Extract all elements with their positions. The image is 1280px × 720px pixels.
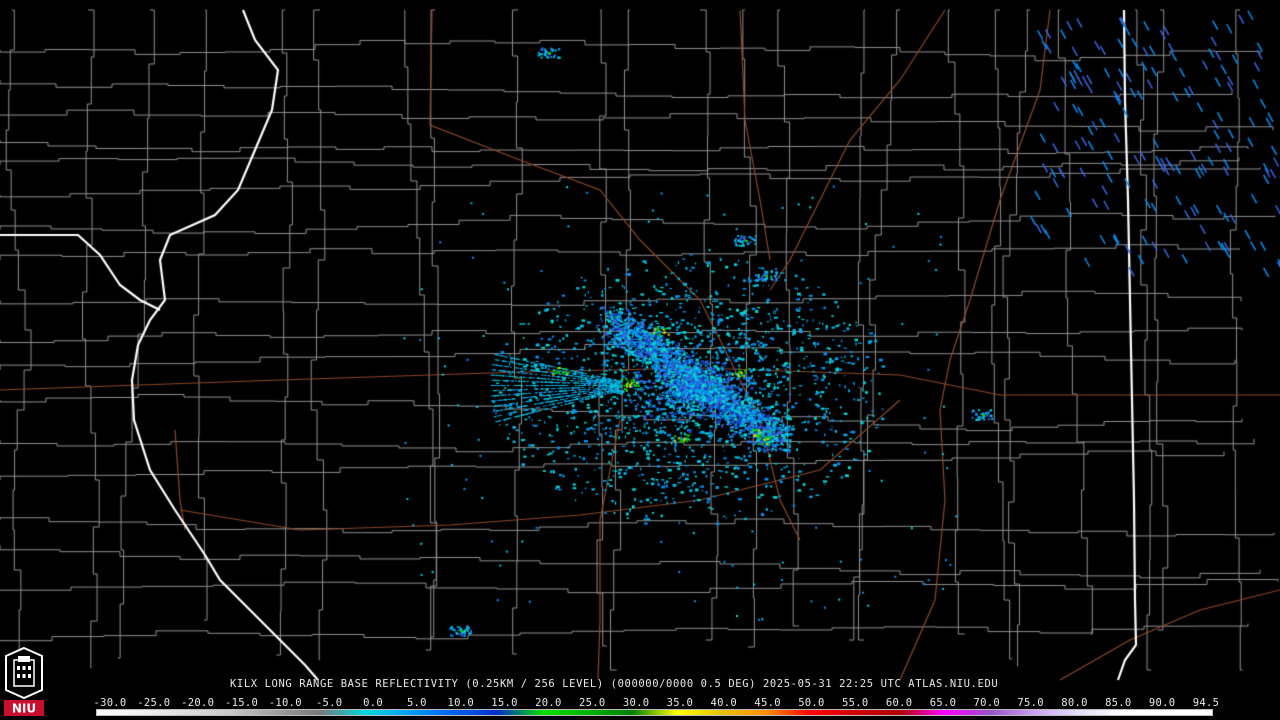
scale-label: -30.0 [93,697,127,709]
scale-label: -20.0 [181,697,215,709]
scale-label: -10.0 [268,697,302,709]
scale-label: 30.0 [622,697,650,709]
scale-label: 94.5 [1192,697,1220,709]
scale-label: -25.0 [137,697,171,709]
scale-label: 80.0 [1061,697,1088,709]
scale-label: 75.0 [1017,697,1044,709]
niu-logo-text: NIU [12,702,36,716]
scale-label: 15.0 [491,697,518,709]
scale-label: -15.0 [224,697,259,709]
scale-label: 20.0 [535,697,562,709]
scale-label: 55.0 [842,697,869,709]
product-caption: KILX LONG RANGE BASE REFLECTIVITY (0.25K… [230,678,999,690]
scale-label: 35.0 [666,697,694,709]
scale-label: 10.0 [447,697,474,709]
scale-label: 70.0 [973,697,1001,709]
scale-label: 45.0 [754,697,781,709]
reflectivity-scale-labels: -30.0 -25.0 -20.0 -15.0 -10.0 -5.0 0.0 5.0 10.0 1… [93,697,1219,709]
reflectivity-color-bar [96,709,1213,716]
radar-map[interactable] [0,0,1280,720]
scale-label: 40.0 [710,697,737,709]
scale-label: -5.0 [315,697,343,709]
scale-label: 5.0 [406,697,427,709]
scale-label: 60.0 [885,697,913,709]
scale-label: 25.0 [578,697,606,709]
scale-label: 65.0 [929,697,957,709]
scale-label: 85.0 [1105,697,1132,709]
scale-label: 90.0 [1148,697,1176,709]
scale-label: 50.0 [798,697,825,709]
scale-label: 0.0 [363,697,383,709]
niu-logo: NIU [4,646,44,716]
